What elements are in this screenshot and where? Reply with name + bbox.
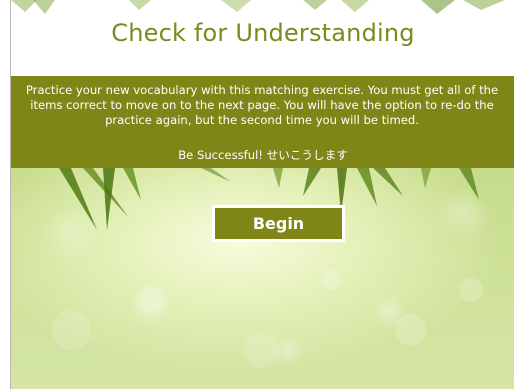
- begin-button[interactable]: Begin: [212, 205, 345, 242]
- instructions-panel: Practice your new vocabulary with this m…: [11, 76, 514, 168]
- encouragement-text: Be Successful! せいこうします: [178, 148, 348, 162]
- slide-canvas: Check for Understanding Practice your ne…: [10, 0, 514, 389]
- title-band: Check for Understanding: [11, 0, 514, 76]
- instructions-text: Practice your new vocabulary with this m…: [25, 83, 499, 127]
- page-title: Check for Understanding: [111, 19, 415, 47]
